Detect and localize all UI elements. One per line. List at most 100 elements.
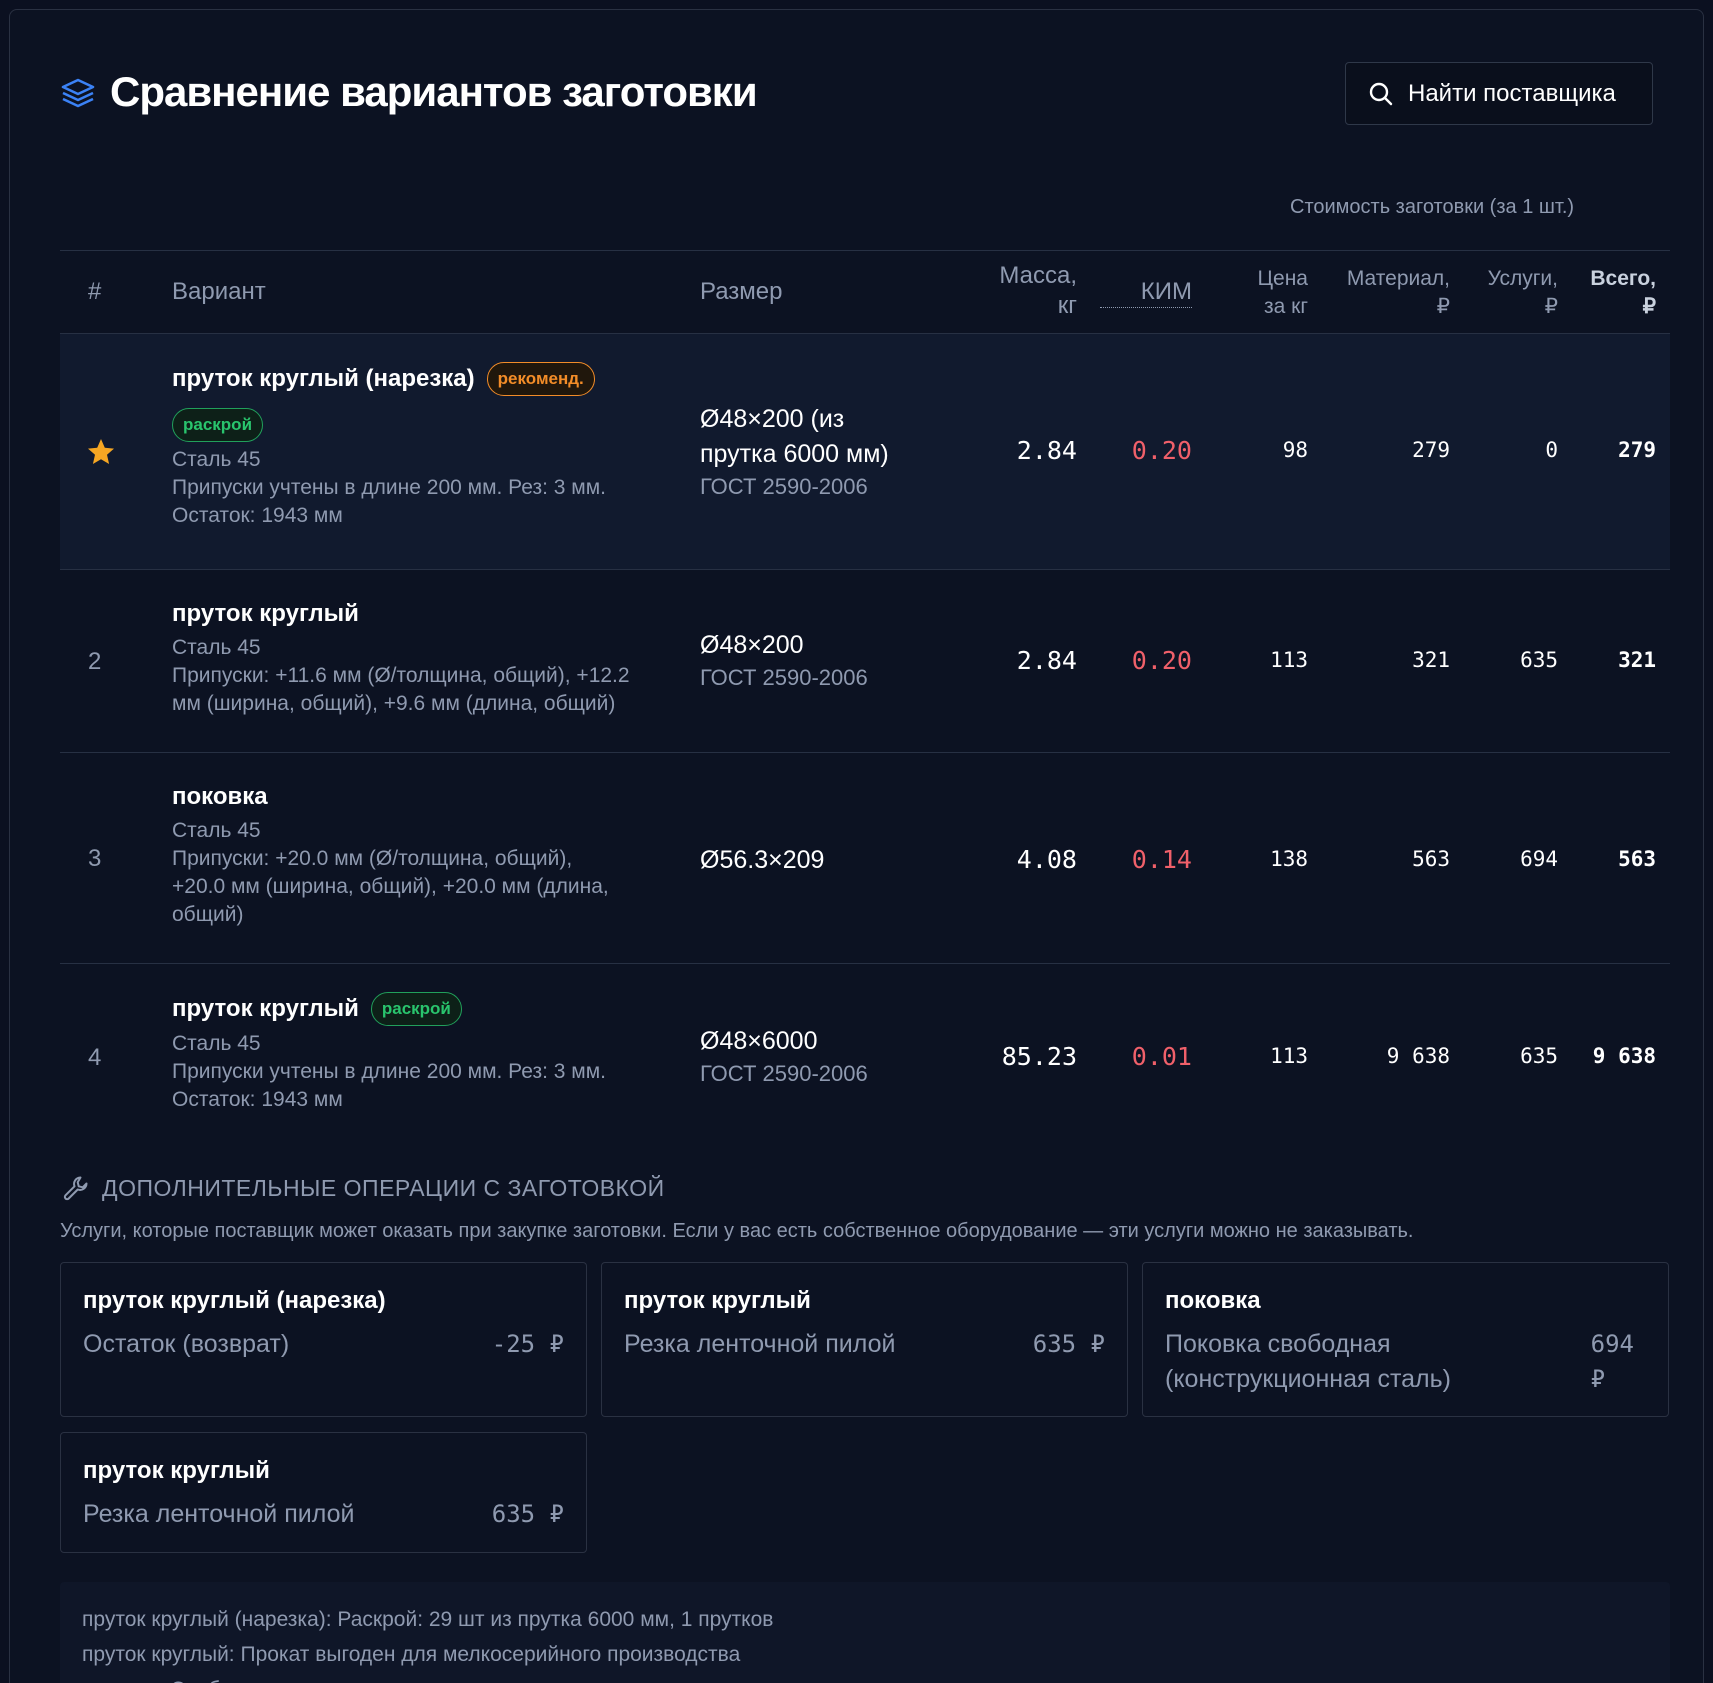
services-value: 694: [1520, 847, 1558, 871]
ops-card-desc-line: (конструкционная сталь): [1165, 1365, 1451, 1393]
ops-card-title: поковка: [1165, 1287, 1261, 1314]
cost-caption: Стоимость заготовки (за 1 шт.): [1290, 196, 1575, 218]
material-value: 563: [1412, 847, 1450, 871]
variant-name: пруток круглый: [172, 600, 359, 627]
variant-steel: Сталь 45: [172, 819, 261, 842]
variant-steel: Сталь 45: [172, 636, 261, 659]
ops-card-desc: Остаток (возврат): [83, 1327, 289, 1362]
note-line: пруток круглый (нарезка): Раскрой: 29 шт…: [82, 1608, 774, 1631]
recommended-badge: рекоменд.: [486, 362, 595, 396]
variant-note: Остаток: 1943 мм: [172, 1088, 343, 1111]
wrench-icon: [63, 1176, 88, 1201]
ops-card[interactable]: пруток круглый Резка ленточной пилой 635…: [601, 1262, 1128, 1417]
col-services-line2: ₽: [1544, 295, 1558, 318]
ops-card-desc: Резка ленточной пилой: [624, 1327, 895, 1362]
total-value: 279: [1618, 438, 1656, 462]
ops-card-price: 635 ₽: [492, 1497, 564, 1532]
ops-card[interactable]: поковка Поковка свободная (конструкционн…: [1142, 1262, 1669, 1417]
kim-value: 0.20: [1131, 646, 1192, 675]
variants-table: # Вариант Размер Масса, кг КИМ Цена за к…: [60, 250, 1670, 1148]
row-index: 3: [88, 845, 102, 872]
col-kim[interactable]: КИМ: [1100, 277, 1192, 308]
layers-icon: [61, 78, 95, 108]
note-line: поковка: Свободная ковка возможна, но до…: [82, 1672, 1648, 1683]
table-row[interactable]: 2 пруток круглый Сталь 45 Припуски: +11.…: [60, 570, 1670, 753]
col-variant[interactable]: Вариант: [172, 277, 266, 307]
notes-box: пруток круглый (нарезка): Раскрой: 29 шт…: [60, 1582, 1670, 1683]
variant-cell: пруток круглый раскрой Сталь 45 Припуски …: [172, 992, 732, 1114]
gost-label: ГОСТ 2590-2006: [700, 665, 868, 690]
gost-label: ГОСТ 2590-2006: [700, 474, 868, 499]
ops-card-title: пруток круглый: [83, 1457, 270, 1484]
kim-value: 0.14: [1131, 845, 1192, 874]
size-value: Ø56.3×209: [700, 846, 825, 874]
col-total[interactable]: Всего, ₽: [1570, 265, 1656, 321]
size-cell: Ø48×6000 ГОСТ 2590-2006: [700, 1024, 868, 1089]
ops-card-price-line: -25 ₽: [491, 1330, 564, 1358]
col-total-line1: Всего,: [1590, 267, 1656, 290]
size-value: Ø48×200 (из: [700, 405, 845, 433]
col-services[interactable]: Услуги, ₽: [1460, 265, 1558, 321]
main-panel: Сравнение вариантов заготовки Найти пост…: [9, 9, 1704, 1683]
col-price[interactable]: Цена за кг: [1210, 265, 1309, 321]
row-index: 2: [88, 648, 102, 675]
row-index: 4: [88, 1044, 102, 1071]
find-supplier-button[interactable]: Найти поставщика: [1345, 62, 1653, 125]
mass-value: 2.84: [1016, 646, 1077, 675]
variant-cell: пруток круглый (нарезка) рекоменд. раскро…: [172, 362, 732, 530]
ops-card-title: пруток круглый: [624, 1287, 811, 1314]
ops-title: ДОПОЛНИТЕЛЬНЫЕ ОПЕРАЦИИ С ЗАГОТОВКОЙ: [102, 1174, 665, 1201]
price-value: 138: [1270, 847, 1308, 871]
find-supplier-label: Найти поставщика: [1408, 79, 1616, 107]
size-cell: Ø56.3×209: [700, 843, 824, 878]
price-value: 113: [1270, 648, 1308, 672]
cutting-badge: раскрой: [370, 992, 462, 1026]
ops-card[interactable]: пруток круглый (нарезка) Остаток (возвра…: [60, 1262, 587, 1417]
col-price-line1: Цена: [1257, 267, 1309, 290]
mass-value: 2.84: [1016, 436, 1077, 465]
ops-card-desc-line: Поковка свободная: [1165, 1330, 1391, 1358]
ops-card-desc-line: Остаток (возврат): [83, 1330, 290, 1358]
ops-card[interactable]: пруток круглый Резка ленточной пилой 635…: [60, 1432, 587, 1553]
ops-card-desc: Резка ленточной пилой: [83, 1497, 354, 1532]
ops-card-price: 694 ₽: [1591, 1327, 1634, 1397]
ops-card-title: пруток круглый (нарезка): [83, 1287, 386, 1314]
table-row[interactable]: 3 поковка Сталь 45 Припуски: +20.0 мм (Ø…: [60, 753, 1670, 964]
variant-note: Припуски: +20.0 мм (Ø/толщина, общий),: [172, 847, 573, 870]
variant-name: пруток круглый: [172, 995, 359, 1022]
size-value: Ø48×6000: [700, 1027, 818, 1055]
col-size[interactable]: Размер: [700, 277, 783, 307]
col-services-line1: Услуги,: [1487, 267, 1558, 290]
page-title: Сравнение вариантов заготовки: [110, 68, 758, 115]
table-row[interactable]: пруток круглый (нарезка) рекоменд. раскро…: [60, 334, 1670, 570]
ops-card-price: 635 ₽: [1033, 1327, 1105, 1362]
col-mass[interactable]: Масса, кг: [960, 261, 1077, 321]
col-material-line2: ₽: [1436, 295, 1450, 318]
cutting-badge: раскрой: [172, 408, 264, 442]
size-value: Ø48×200: [700, 631, 804, 659]
variant-note: общий): [172, 903, 244, 926]
size-value-2: прутка 6000 мм): [700, 440, 889, 468]
col-price-line2: за кг: [1264, 295, 1308, 318]
total-value: 563: [1618, 847, 1656, 871]
table-header: # Вариант Размер Масса, кг КИМ Цена за к…: [60, 250, 1670, 334]
variant-cell: пруток круглый Сталь 45 Припуски: +11.6 …: [172, 600, 732, 718]
material-value: 321: [1412, 648, 1450, 672]
col-material[interactable]: Материал, ₽: [1320, 265, 1450, 321]
variant-name: пруток круглый (нарезка): [172, 365, 475, 392]
material-value: 279: [1412, 438, 1450, 462]
material-value: 9 638: [1386, 1044, 1450, 1068]
ops-card-desc: Поковка свободная (конструкционная сталь…: [1165, 1327, 1451, 1397]
variant-cell: поковка Сталь 45 Припуски: +20.0 мм (Ø/т…: [172, 783, 732, 929]
services-value: 0: [1545, 438, 1558, 462]
ops-card-price: -25 ₽: [492, 1327, 564, 1362]
variant-steel: Сталь 45: [172, 448, 261, 471]
search-icon: [1369, 82, 1393, 105]
mass-value: 85.23: [1001, 1042, 1077, 1071]
variant-note: мм (ширина, общий), +9.6 мм (длина, общи…: [172, 692, 616, 715]
variant-note: +20.0 мм (ширина, общий), +20.0 мм (длин…: [172, 875, 609, 898]
gost-label: ГОСТ 2590-2006: [700, 1061, 868, 1086]
col-index: #: [88, 278, 102, 305]
size-cell: Ø48×200 (из прутка 6000 мм) ГОСТ 2590-20…: [700, 402, 889, 502]
table-row[interactable]: 4 пруток круглый раскрой Сталь 45 Припуск…: [60, 964, 1670, 1148]
